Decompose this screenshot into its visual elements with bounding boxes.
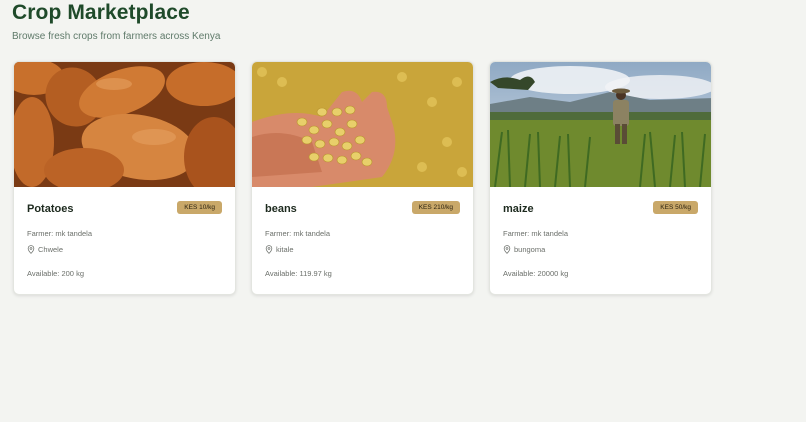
farmer-name: Farmer: mk tandela [503, 229, 569, 238]
crop-image [14, 62, 235, 187]
location: bungoma [503, 245, 545, 254]
crop-name: beans [265, 203, 297, 215]
page-header: Crop Marketplace Browse fresh crops from… [12, 2, 220, 43]
price-badge: KES 10/kg [177, 201, 222, 214]
location-text: Chwele [38, 245, 64, 254]
crop-name: Potatoes [27, 203, 74, 215]
location-text: kitale [276, 245, 294, 254]
crop-card[interactable]: maize KES 50/kg Farmer: mk tandela bungo… [489, 61, 712, 295]
available-quantity: Available: 200 kg [27, 269, 84, 278]
crop-card[interactable]: Potatoes KES 10/kg Farmer: mk tandela Ch… [13, 61, 236, 295]
card-body: beans KES 210/kg Farmer: mk tandela kita… [252, 187, 473, 294]
farmer-name: Farmer: mk tandela [27, 229, 93, 238]
crop-image [252, 62, 473, 187]
crop-image [490, 62, 711, 187]
location: kitale [265, 245, 294, 254]
card-body: maize KES 50/kg Farmer: mk tandela bungo… [490, 187, 711, 294]
crop-grid: Potatoes KES 10/kg Farmer: mk tandela Ch… [13, 61, 712, 295]
available-quantity: Available: 20000 kg [503, 269, 569, 278]
location-text: bungoma [514, 245, 546, 254]
card-body: Potatoes KES 10/kg Farmer: mk tandela Ch… [14, 187, 235, 294]
available-quantity: Available: 119.97 kg [265, 269, 332, 278]
crop-card[interactable]: beans KES 210/kg Farmer: mk tandela kita… [251, 61, 474, 295]
farmer-name: Farmer: mk tandela [265, 229, 331, 238]
price-badge: KES 50/kg [653, 201, 698, 214]
page-title: Crop Marketplace [12, 1, 190, 24]
map-pin-icon [265, 245, 273, 254]
price-badge: KES 210/kg [411, 201, 460, 214]
map-pin-icon [27, 245, 35, 254]
crop-name: maize [503, 203, 534, 215]
map-pin-icon [503, 245, 511, 254]
location: Chwele [27, 245, 63, 254]
page-subtitle: Browse fresh crops from farmers across K… [12, 31, 221, 42]
